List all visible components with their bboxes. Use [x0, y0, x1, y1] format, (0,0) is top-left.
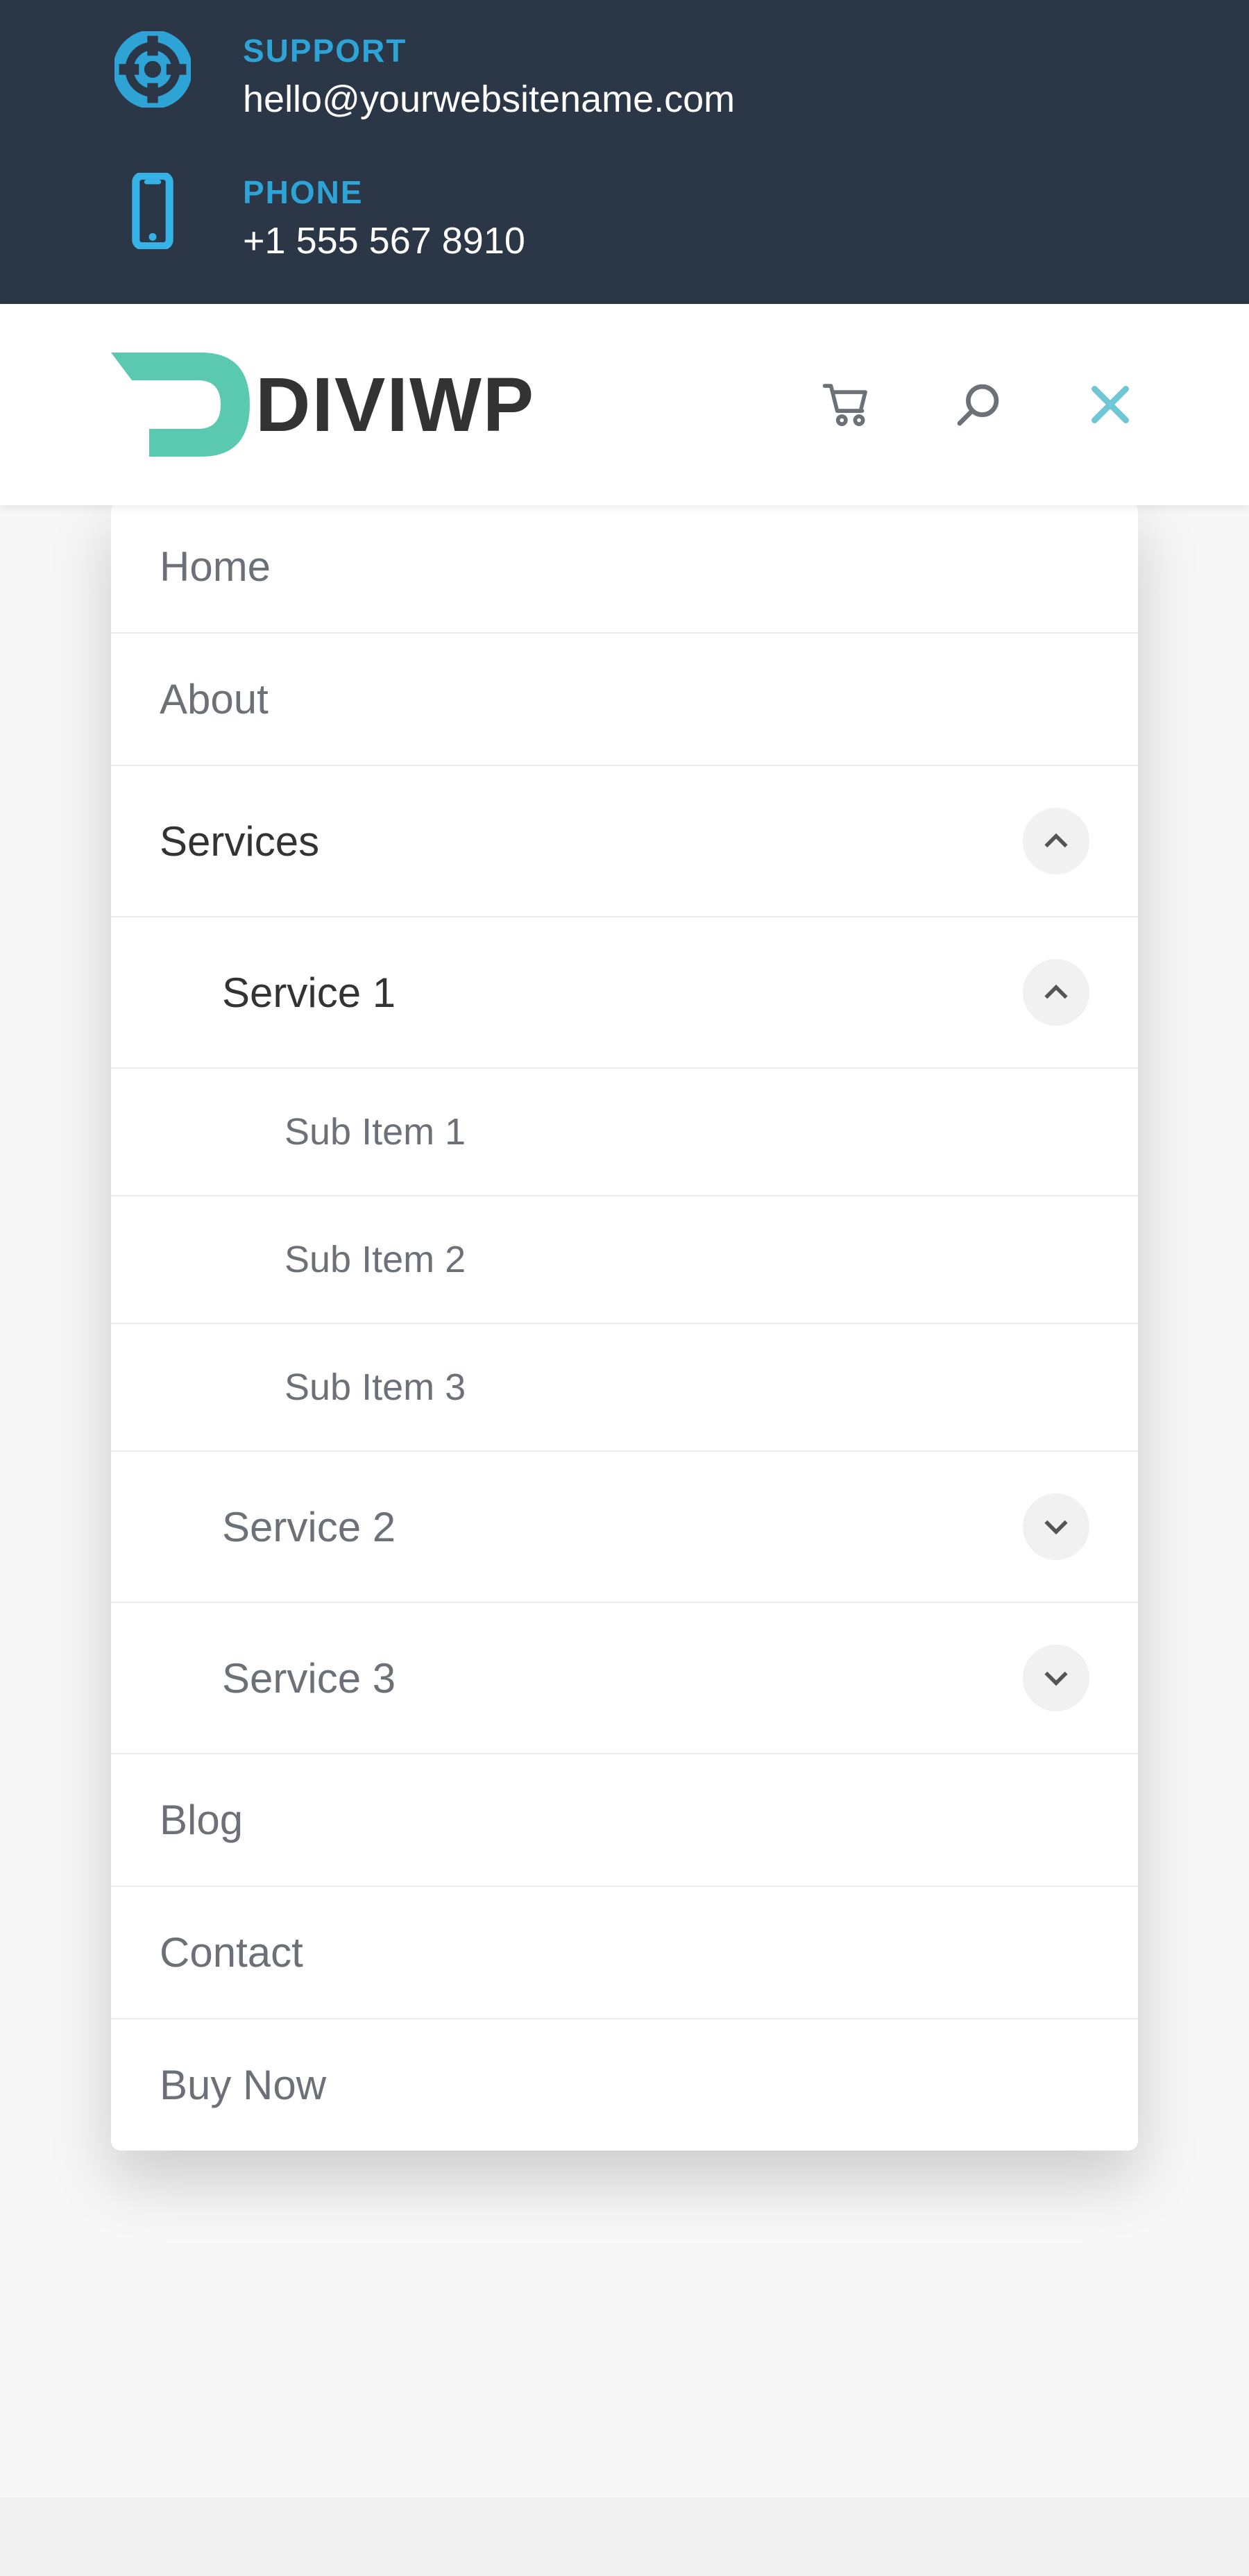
nav-home-label: Home	[160, 543, 271, 591]
nav-home[interactable]: Home	[111, 501, 1138, 634]
cart-icon[interactable]	[819, 377, 874, 432]
nav-about[interactable]: About	[111, 634, 1138, 766]
nav-services-label: Services	[160, 817, 319, 865]
phone-label: PHONE	[243, 173, 525, 211]
top-contact-bar: SUPPORT hello@yourwebsitename.com PHONE …	[0, 0, 1249, 304]
nav-contact-label: Contact	[160, 1929, 303, 1976]
nav-sub-item-2[interactable]: Sub Item 2	[111, 1196, 1138, 1324]
logo-text: DIVIWP	[255, 361, 535, 449]
lifering-icon	[111, 28, 194, 111]
site-logo[interactable]: DIVIWP	[111, 353, 535, 457]
nav-services[interactable]: Services	[111, 766, 1138, 917]
nav-sub-item-3[interactable]: Sub Item 3	[111, 1324, 1138, 1452]
nav-sub-item-1-label: Sub Item 1	[284, 1110, 466, 1153]
nav-service-1[interactable]: Service 1	[111, 917, 1138, 1069]
search-icon[interactable]	[951, 377, 1006, 432]
nav-about-label: About	[160, 675, 269, 723]
phone-value[interactable]: +1 555 567 8910	[243, 219, 525, 262]
nav-buy-now[interactable]: Buy Now	[111, 2019, 1138, 2151]
chevron-up-icon[interactable]	[1023, 959, 1089, 1026]
nav-sub-item-1[interactable]: Sub Item 1	[111, 1069, 1138, 1196]
nav-buy-now-label: Buy Now	[160, 2061, 326, 2109]
chevron-down-icon[interactable]	[1023, 1493, 1089, 1560]
close-icon[interactable]	[1082, 377, 1138, 432]
chevron-up-icon[interactable]	[1023, 808, 1089, 874]
nav-service-3[interactable]: Service 3	[111, 1603, 1138, 1754]
mobile-nav-menu: Home About Services Service 1 Sub Item 1…	[111, 501, 1138, 2151]
nav-service-2-label: Service 2	[222, 1503, 396, 1551]
site-header: DIVIWP	[0, 304, 1249, 505]
logo-mark-icon	[111, 353, 250, 457]
header-icon-group	[819, 377, 1138, 432]
chevron-down-icon[interactable]	[1023, 1645, 1089, 1711]
nav-blog-label: Blog	[160, 1796, 243, 1844]
nav-service-2[interactable]: Service 2	[111, 1452, 1138, 1603]
support-label: SUPPORT	[243, 32, 735, 69]
support-row: SUPPORT hello@yourwebsitename.com	[111, 28, 1138, 121]
nav-sub-item-2-label: Sub Item 2	[284, 1238, 466, 1281]
nav-sub-item-3-label: Sub Item 3	[284, 1366, 466, 1409]
phone-row: PHONE +1 555 567 8910	[111, 169, 1138, 262]
nav-service-1-label: Service 1	[222, 969, 396, 1017]
support-value[interactable]: hello@yourwebsitename.com	[243, 78, 735, 121]
nav-blog[interactable]: Blog	[111, 1754, 1138, 1887]
nav-service-3-label: Service 3	[222, 1654, 396, 1702]
phone-icon	[111, 169, 194, 253]
nav-contact[interactable]: Contact	[111, 1887, 1138, 2019]
